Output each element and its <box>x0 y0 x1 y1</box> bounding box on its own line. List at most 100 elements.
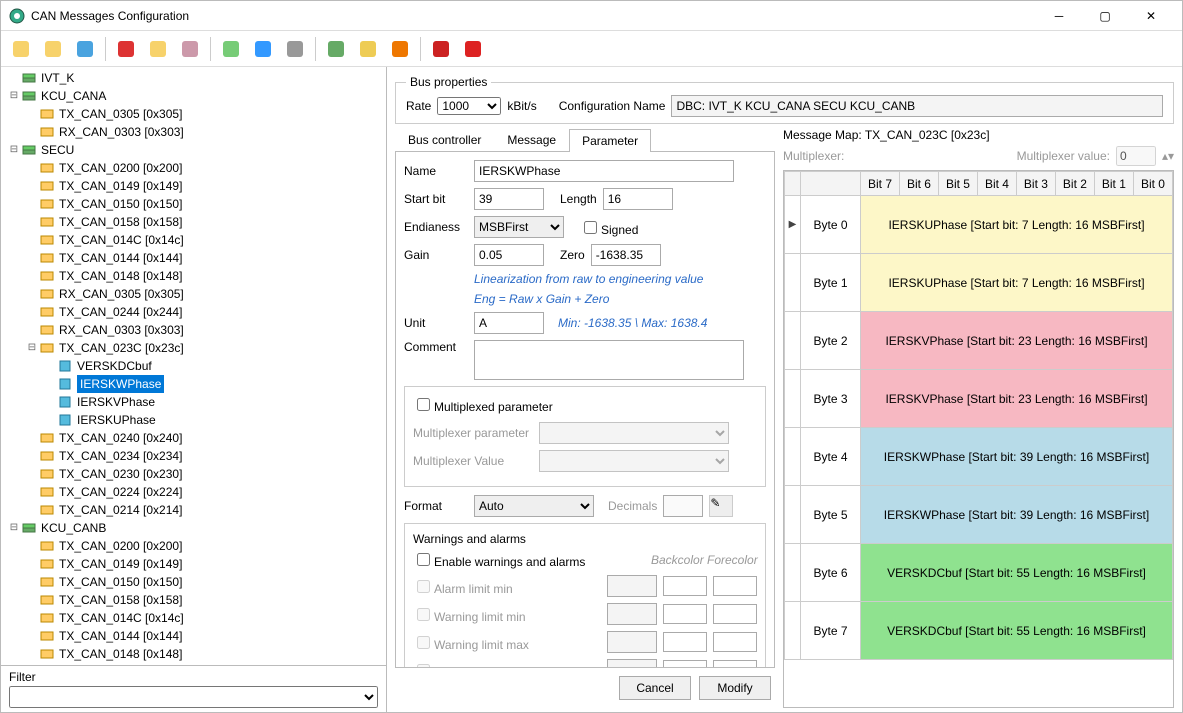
expander-icon[interactable]: ⊟ <box>7 87 21 105</box>
rate-select[interactable]: 1000 <box>437 97 501 115</box>
map-cell[interactable]: IERSKWPhase [Start bit: 39 Length: 16 MS… <box>861 428 1173 486</box>
msg-icon <box>39 322 55 338</box>
tree-item-tx_can_023c-0x23c-[interactable]: ⊟TX_CAN_023C [0x23c] <box>25 339 384 357</box>
mail-button[interactable] <box>354 35 382 63</box>
tree-item-tx_can_0234-0x234-[interactable]: TX_CAN_0234 [0x234] <box>25 447 384 465</box>
tree-item-tx_can_0224-0x224-[interactable]: TX_CAN_0224 [0x224] <box>25 483 384 501</box>
cancel-button[interactable]: Cancel <box>619 676 691 700</box>
map-cell[interactable]: IERSKVPhase [Start bit: 23 Length: 16 MS… <box>861 370 1173 428</box>
pencil-icon[interactable]: ✎ <box>709 495 733 517</box>
map-cell[interactable]: VERSKDCbuf [Start bit: 55 Length: 16 MSB… <box>861 602 1173 660</box>
chip-button[interactable] <box>322 35 350 63</box>
alarm_max-field <box>607 659 657 668</box>
message-tree[interactable]: IVT_K⊟KCU_CANATX_CAN_0305 [0x305]RX_CAN_… <box>1 67 386 665</box>
tree-item-tx_can_0158-0x158-[interactable]: TX_CAN_0158 [0x158] <box>25 213 384 231</box>
row-arrow <box>785 486 801 544</box>
tree-item-rx_can_0305-0x305-[interactable]: RX_CAN_0305 [0x305] <box>25 285 384 303</box>
tree-item-rx_can_0303-0x303-[interactable]: RX_CAN_0303 [0x303] <box>25 321 384 339</box>
tree-item-rx_can_0303-0x303-[interactable]: RX_CAN_0303 [0x303] <box>25 123 384 141</box>
tree-item-tx_can_0150-0x150-[interactable]: TX_CAN_0150 [0x150] <box>25 195 384 213</box>
titlebar: CAN Messages Configuration ─ ▢ ✕ <box>1 1 1182 31</box>
layers-button[interactable] <box>386 35 414 63</box>
tab-bus-controller[interactable]: Bus controller <box>395 128 494 151</box>
expander-icon[interactable]: ⊟ <box>25 339 39 357</box>
new-doc-button[interactable] <box>7 35 35 63</box>
tree-item-ierskuphase[interactable]: IERSKUPhase <box>43 411 384 429</box>
tree-item-tx_can_0144-0x144-[interactable]: TX_CAN_0144 [0x144] <box>25 627 384 645</box>
save-button[interactable] <box>71 35 99 63</box>
unit-field[interactable] <box>474 312 544 334</box>
copy-button[interactable] <box>144 35 172 63</box>
cut-button[interactable] <box>112 35 140 63</box>
warn-enable-label[interactable]: Enable warnings and alarms <box>413 550 585 569</box>
maximize-button[interactable]: ▢ <box>1082 1 1128 31</box>
signed-check[interactable] <box>584 221 597 234</box>
tree-label: IERSKWPhase <box>77 375 164 393</box>
tree-item-tx_can_0158-0x158-[interactable]: TX_CAN_0158 [0x158] <box>25 591 384 609</box>
tree-item-tx_can_0230-0x230-[interactable]: TX_CAN_0230 [0x230] <box>25 465 384 483</box>
tree-root-secu[interactable]: ⊟ SECU <box>7 141 384 159</box>
mux-check[interactable] <box>417 398 430 411</box>
right-pane: Bus properties Rate 1000 kBit/s Configur… <box>387 67 1182 712</box>
tree-root-ivt_k[interactable]: IVT_K <box>7 69 384 87</box>
notes-button[interactable] <box>217 35 245 63</box>
tree-item-tx_can_0149-0x149-[interactable]: TX_CAN_0149 [0x149] <box>25 177 384 195</box>
tree-root-kcu_cana[interactable]: ⊟KCU_CANA <box>7 87 384 105</box>
cfgname-field[interactable] <box>671 95 1163 117</box>
tree-item-tx_can_0240-0x240-[interactable]: TX_CAN_0240 [0x240] <box>25 429 384 447</box>
mux-check-label[interactable]: Multiplexed parameter <box>413 400 553 414</box>
gain-field[interactable] <box>474 244 544 266</box>
tree-item-tx_can_0149-0x149-[interactable]: TX_CAN_0149 [0x149] <box>25 555 384 573</box>
tree-item-tx_can_014c-0x14c-[interactable]: TX_CAN_014C [0x14c] <box>25 231 384 249</box>
expander-icon[interactable]: ⊟ <box>7 141 21 159</box>
map-cell[interactable]: IERSKWPhase [Start bit: 39 Length: 16 MS… <box>861 486 1173 544</box>
warn-enable-check[interactable] <box>417 553 430 566</box>
tree-item-tx_can_0150-0x150-[interactable]: TX_CAN_0150 [0x150] <box>25 573 384 591</box>
map-cell[interactable]: IERSKUPhase [Start bit: 7 Length: 16 MSB… <box>861 196 1173 254</box>
warn_min-backcolor <box>663 604 707 624</box>
filter-label: Filter <box>9 670 378 684</box>
tree-label: SECU <box>41 141 74 159</box>
tab-parameter[interactable]: Parameter <box>569 129 651 152</box>
tree-item-tx_can_0305-0x305-[interactable]: TX_CAN_0305 [0x305] <box>25 105 384 123</box>
modify-button[interactable]: Modify <box>699 676 771 700</box>
delete-button[interactable] <box>459 35 487 63</box>
name-field[interactable] <box>474 160 734 182</box>
tree-item-tx_can_0200-0x200-[interactable]: TX_CAN_0200 [0x200] <box>25 537 384 555</box>
tree-item-tx_can_0244-0x244-[interactable]: TX_CAN_0244 [0x244] <box>25 303 384 321</box>
multiplex-group: Multiplexed parameter Multiplexer parame… <box>404 386 766 487</box>
startbit-field[interactable] <box>474 188 544 210</box>
tab-message[interactable]: Message <box>494 128 569 151</box>
open-button[interactable] <box>39 35 67 63</box>
tree-item-ierskwphase[interactable]: IERSKWPhase <box>43 375 384 393</box>
tree-root-kcu_canb[interactable]: ⊟KCU_CANB <box>7 519 384 537</box>
fx-button[interactable] <box>427 35 455 63</box>
db-button[interactable] <box>281 35 309 63</box>
tree-item-tx_can_0148-0x148-[interactable]: TX_CAN_0148 [0x148] <box>25 267 384 285</box>
map-cell[interactable]: VERSKDCbuf [Start bit: 55 Length: 16 MSB… <box>861 544 1173 602</box>
minimize-button[interactable]: ─ <box>1036 1 1082 31</box>
tree-item-verskdcbuf[interactable]: VERSKDCbuf <box>43 357 384 375</box>
map-cell[interactable]: IERSKUPhase [Start bit: 7 Length: 16 MSB… <box>861 254 1173 312</box>
message-map-table[interactable]: Bit 7Bit 6Bit 5Bit 4Bit 3Bit 2Bit 1Bit 0… <box>783 170 1174 708</box>
endian-select[interactable]: MSBFirst <box>474 216 564 238</box>
info-button[interactable] <box>249 35 277 63</box>
tree-item-tx_can_0200-0x200-[interactable]: TX_CAN_0200 [0x200] <box>25 159 384 177</box>
expander-icon[interactable]: ⊟ <box>7 519 21 537</box>
close-button[interactable]: ✕ <box>1128 1 1174 31</box>
signed-check-label[interactable]: Signed <box>580 218 638 237</box>
length-field[interactable] <box>603 188 673 210</box>
msg-icon <box>39 592 55 608</box>
tree-item-tx_can_0214-0x214-[interactable]: TX_CAN_0214 [0x214] <box>25 501 384 519</box>
tree-item-tx_can_0148-0x148-[interactable]: TX_CAN_0148 [0x148] <box>25 645 384 663</box>
format-select[interactable]: Auto <box>474 495 594 517</box>
zero-field[interactable] <box>591 244 661 266</box>
warn_max-field <box>607 631 657 653</box>
filter-select[interactable] <box>9 686 378 708</box>
tree-item-ierskvphase[interactable]: IERSKVPhase <box>43 393 384 411</box>
tree-item-tx_can_014c-0x14c-[interactable]: TX_CAN_014C [0x14c] <box>25 609 384 627</box>
map-cell[interactable]: IERSKVPhase [Start bit: 23 Length: 16 MS… <box>861 312 1173 370</box>
paste-button[interactable] <box>176 35 204 63</box>
tree-item-tx_can_0144-0x144-[interactable]: TX_CAN_0144 [0x144] <box>25 249 384 267</box>
comment-field[interactable] <box>474 340 744 380</box>
